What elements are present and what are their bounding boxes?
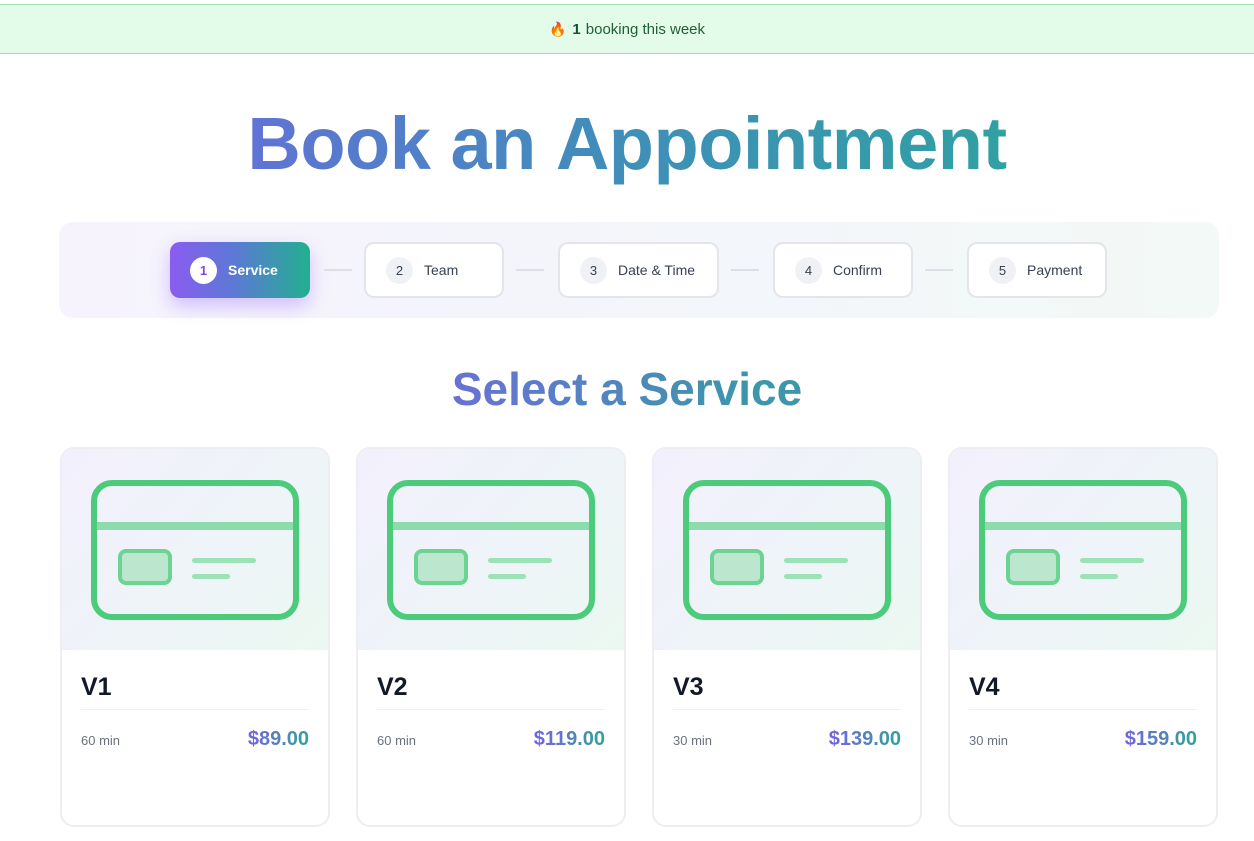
step-label: Team xyxy=(424,262,459,278)
credit-card-icon xyxy=(91,479,299,620)
service-duration: 30 min xyxy=(673,733,713,748)
title-word: Appointment xyxy=(555,102,1007,185)
step-connector xyxy=(925,269,953,271)
step-payment[interactable]: 5 Payment xyxy=(967,242,1107,298)
service-card[interactable]: V3 30 min $139.00 xyxy=(652,447,922,827)
step-label: Date & Time xyxy=(618,262,696,278)
banner-text: booking this week xyxy=(585,20,706,38)
step-number: 4 xyxy=(795,256,822,284)
step-date-time[interactable]: 3 Date & Time xyxy=(558,242,719,298)
service-name: V3 xyxy=(673,673,704,701)
credit-card-icon xyxy=(979,479,1187,620)
page-title: Book an Appointment xyxy=(0,96,1254,192)
step-label: Service xyxy=(228,262,278,278)
step-connector xyxy=(324,269,352,271)
service-image xyxy=(950,449,1216,650)
credit-card-icon xyxy=(387,479,595,620)
service-name: V2 xyxy=(377,673,408,701)
title-word: an xyxy=(450,102,536,185)
booking-stepper: 1 Service 2 Team 3 Date & Time 4 Confirm… xyxy=(59,222,1219,318)
step-number: 1 xyxy=(190,256,217,284)
step-label: Payment xyxy=(1027,262,1083,278)
service-image xyxy=(358,449,624,650)
service-price: $159.00 xyxy=(1124,728,1197,750)
credit-card-icon xyxy=(683,479,891,620)
step-connector xyxy=(516,269,544,271)
bookings-banner: 🔥 1 booking this week xyxy=(0,4,1254,54)
service-name: V4 xyxy=(969,673,1000,701)
service-price: $119.00 xyxy=(533,728,605,750)
card-divider xyxy=(969,709,1197,710)
service-duration: 60 min xyxy=(377,733,417,748)
service-card[interactable]: V2 60 min $119.00 xyxy=(356,447,626,827)
step-connector xyxy=(731,269,759,271)
service-image xyxy=(62,449,328,650)
section-title: Select a Service xyxy=(0,360,1254,418)
step-number: 5 xyxy=(989,256,1016,284)
card-divider xyxy=(81,709,309,710)
step-label: Confirm xyxy=(833,262,883,278)
step-number: 2 xyxy=(386,256,413,284)
service-name: V1 xyxy=(81,673,112,701)
step-confirm[interactable]: 4 Confirm xyxy=(773,242,913,298)
step-team[interactable]: 2 Team xyxy=(364,242,504,298)
service-duration: 60 min xyxy=(81,733,121,748)
service-duration: 30 min xyxy=(969,733,1009,748)
step-service[interactable]: 1 Service xyxy=(170,242,310,298)
step-number: 3 xyxy=(580,256,607,284)
title-word: Book xyxy=(247,102,431,185)
card-divider xyxy=(673,709,901,710)
service-image xyxy=(654,449,920,650)
service-price: $139.00 xyxy=(828,728,901,750)
service-card[interactable]: V4 30 min $159.00 xyxy=(948,447,1218,827)
card-divider xyxy=(377,709,605,710)
booking-count: 1 xyxy=(572,20,581,38)
service-price: $89.00 xyxy=(247,728,309,750)
service-card[interactable]: V1 60 min $89.00 xyxy=(60,447,330,827)
fire-icon: 🔥 xyxy=(548,20,567,37)
